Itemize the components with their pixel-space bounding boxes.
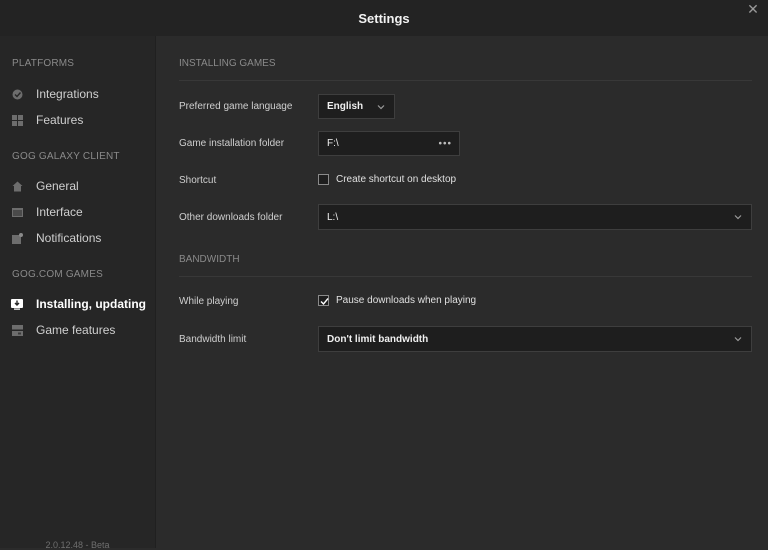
language-value: English <box>327 101 364 112</box>
home-icon <box>11 180 23 192</box>
other-downloads-label: Other downloads folder <box>179 212 283 223</box>
sidebar-heading-gog-games: GOG.COM GAMES <box>12 269 103 280</box>
download-icon <box>11 298 23 310</box>
other-downloads-dropdown[interactable]: L:\ <box>318 204 752 230</box>
pause-downloads-label[interactable]: Pause downloads when playing <box>336 295 476 306</box>
sidebar-item-notifications[interactable]: Notifications <box>0 227 155 249</box>
language-label: Preferred game language <box>179 101 293 112</box>
interface-icon <box>11 206 23 218</box>
window-title: Settings <box>358 10 410 26</box>
bandwidth-limit-label: Bandwidth limit <box>179 334 247 345</box>
sidebar-item-label: Features <box>36 113 84 127</box>
section-heading-bandwidth: BANDWIDTH <box>179 254 240 265</box>
sidebar-item-integrations[interactable]: Integrations <box>0 83 155 105</box>
close-icon[interactable]: ✕ <box>746 2 760 16</box>
sidebar-item-installing-updating[interactable]: Installing, updating <box>0 293 155 315</box>
shortcut-label: Shortcut <box>179 175 217 186</box>
features-grid-icon <box>11 114 23 126</box>
sidebar-item-label: Game features <box>36 323 116 337</box>
checkmark-icon <box>320 298 329 306</box>
sidebar-item-general[interactable]: General <box>0 175 155 197</box>
browse-more-icon[interactable]: ••• <box>438 138 452 149</box>
sidebar-item-game-features[interactable]: Game features <box>0 319 155 341</box>
shortcut-checkbox-label[interactable]: Create shortcut on desktop <box>336 174 456 185</box>
sidebar-item-label: Interface <box>36 205 83 219</box>
installation-folder-field[interactable]: F:\ ••• <box>318 131 460 156</box>
sidebar-item-label: General <box>36 179 79 193</box>
bandwidth-limit-dropdown[interactable]: Don't limit bandwidth <box>318 326 752 352</box>
chevron-down-icon <box>734 337 742 342</box>
sidebar-item-label: Installing, updating <box>36 297 146 311</box>
sidebar-heading-client: GOG GALAXY CLIENT <box>12 151 120 162</box>
while-playing-label: While playing <box>179 296 239 307</box>
folder-label: Game installation folder <box>179 138 285 149</box>
section-heading-installing: INSTALLING GAMES <box>179 58 276 69</box>
sidebar-item-interface[interactable]: Interface <box>0 201 155 223</box>
integrations-icon <box>11 88 23 100</box>
language-dropdown[interactable]: English <box>318 94 395 119</box>
bandwidth-limit-value: Don't limit bandwidth <box>327 333 429 345</box>
sidebar-heading-platforms: PLATFORMS <box>12 58 75 69</box>
settings-content: INSTALLING GAMES Preferred game language… <box>156 36 768 548</box>
shortcut-checkbox[interactable] <box>318 174 329 185</box>
notifications-icon <box>11 232 23 244</box>
version-label: 2.0.12.48 - Beta <box>45 540 110 550</box>
folder-value: F:\ <box>327 138 339 149</box>
other-downloads-value: L:\ <box>327 211 339 223</box>
game-features-icon <box>11 324 23 336</box>
divider <box>179 80 752 81</box>
sidebar: PLATFORMS Integrations Features GOG GALA… <box>0 36 156 550</box>
chevron-down-icon <box>734 215 742 220</box>
title-bar: Settings ✕ <box>0 0 768 36</box>
sidebar-item-label: Notifications <box>36 231 102 245</box>
chevron-down-icon <box>377 104 385 109</box>
divider <box>179 276 752 277</box>
pause-downloads-checkbox[interactable] <box>318 295 329 306</box>
sidebar-item-label: Integrations <box>36 87 99 101</box>
sidebar-item-features[interactable]: Features <box>0 109 155 131</box>
